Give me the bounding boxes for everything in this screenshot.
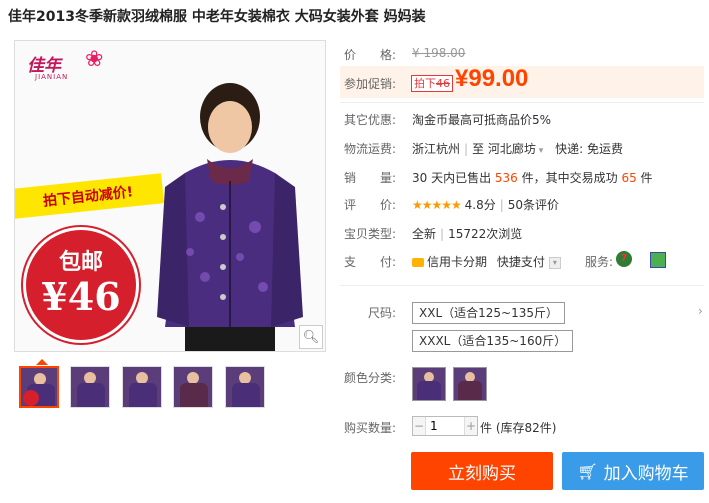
seven-day-return-number: 7 [620,253,628,264]
express-fee: 快递: 免运费 [555,142,623,156]
rating-value: ★★★★★ 4.8分 | 50条评价 [412,198,560,212]
ship-from: 浙江杭州 [412,142,461,156]
increase-button[interactable]: + [465,417,477,435]
service-label: 服务: [585,255,614,269]
thumbnail-5[interactable] [225,366,265,408]
review-count-link[interactable]: 50条评价 [508,198,559,212]
ship-to-select[interactable]: 河北廊坊 ▾ [488,142,543,156]
quantity-input[interactable] [425,417,465,435]
thumbnail-2[interactable] [70,366,110,408]
sales-text-3: 件 [636,171,653,185]
item-condition: 全新 [412,227,437,241]
success-count: 65 [621,171,637,185]
main-product-image[interactable]: 佳年 JIANIAN ❀ 拍下自动减价! 包邮 ¥46 🔍︎ [14,40,326,352]
free-shipping-seal: 包邮 ¥46 [23,227,139,343]
item-type-label: 宝贝类型: [344,227,397,241]
auto-discount-banner: 拍下自动减价! [15,173,165,219]
promo-label: 参加促销: [344,77,397,91]
promo-tag: 拍下46 [411,75,453,92]
other-discount-label: 其它优惠: [344,113,397,127]
quantity-stepper: − + [412,416,478,436]
seven-day-return-icon[interactable]: 7 [616,251,632,267]
original-price: ¥ 198.00 [412,46,466,60]
stock-text: 件 (库存82件) [480,421,557,435]
quick-pay-link[interactable]: 快捷支付 [497,255,545,269]
rating-label: 评 价: [344,198,397,212]
credit-card-icon [412,258,424,267]
sold-count: 536 [494,171,518,185]
sales-value: 30 天内已售出 536 件，其中交易成功 65 件 [412,169,653,186]
brand-logo-sub: JIANIAN [35,73,69,81]
sales-text-1: 30 天内已售出 [412,171,495,185]
color-swatch-1[interactable] [412,367,446,401]
buy-now-button[interactable]: 立刻购买 [411,452,553,490]
thumbnail-1[interactable] [19,366,59,408]
add-to-cart-button[interactable]: 🛒︎ 加入购物车 [562,452,704,490]
decrease-button[interactable]: − [413,417,425,435]
divider [340,102,704,103]
divider [340,285,704,286]
payment-label: 支 付: [344,255,397,269]
ship-to-prefix: 至 [472,142,485,156]
guarantee-icon[interactable] [650,252,666,268]
credit-installment-link[interactable]: 信用卡分期 [427,255,487,269]
thumbnail-pointer [36,359,48,365]
other-discount-value: 淘金币最高可抵商品价5% [412,113,552,127]
shipping-value: 浙江杭州 | 至 河北廊坊 ▾ 快递: 免运费 [412,142,623,156]
product-title: 佳年2013冬季新款羽绒棉服 中老年女装棉衣 大码女装外套 妈妈装 [8,9,426,25]
promo-price: ¥99.00 [455,65,529,92]
model-illustration [157,83,303,351]
cart-icon: 🛒︎ [577,461,598,481]
thumbnail-3[interactable] [122,366,162,408]
size-option-xxxl[interactable]: XXXL（适合135~160斤） [412,330,574,352]
shipping-label: 物流运费: [344,142,397,156]
buy-now-label: 立刻购买 [448,463,516,484]
chevron-right-icon[interactable]: › [698,304,703,318]
magnifier-icon[interactable]: 🔍︎ [299,325,323,349]
color-swatch-2[interactable] [453,367,487,401]
seal-title: 包邮 [58,250,103,275]
view-count: 15722次浏览 [448,227,523,241]
color-label: 颜色分类: [344,371,397,385]
dropdown-icon[interactable]: ▾ [548,256,561,269]
promo-tag-amount: 46 [436,77,450,90]
quantity-label: 购买数量: [344,421,397,435]
rating-stars: ★★★★★ [412,198,462,212]
ship-to: 河北廊坊 [487,142,536,156]
brand-mark-icon: ❀ [85,47,104,72]
add-cart-label: 加入购物车 [603,463,689,484]
size-option-xxl[interactable]: XXL（适合125~135斤） [412,302,565,324]
sales-text-2: 件，其中交易成功 [517,171,622,185]
size-label: 尺码: [368,306,397,320]
promo-tag-prefix: 拍下 [414,77,436,90]
payment-options: 信用卡分期 快捷支付 ▾ [412,253,561,270]
thumbnail-4[interactable] [173,366,213,408]
rating-score: 4.8分 [464,198,496,212]
seal-price: ¥46 [41,274,121,319]
item-type-value: 全新 | 15722次浏览 [412,227,523,241]
sales-label: 销 量: [344,171,397,185]
price-label: 价 格: [344,48,397,62]
